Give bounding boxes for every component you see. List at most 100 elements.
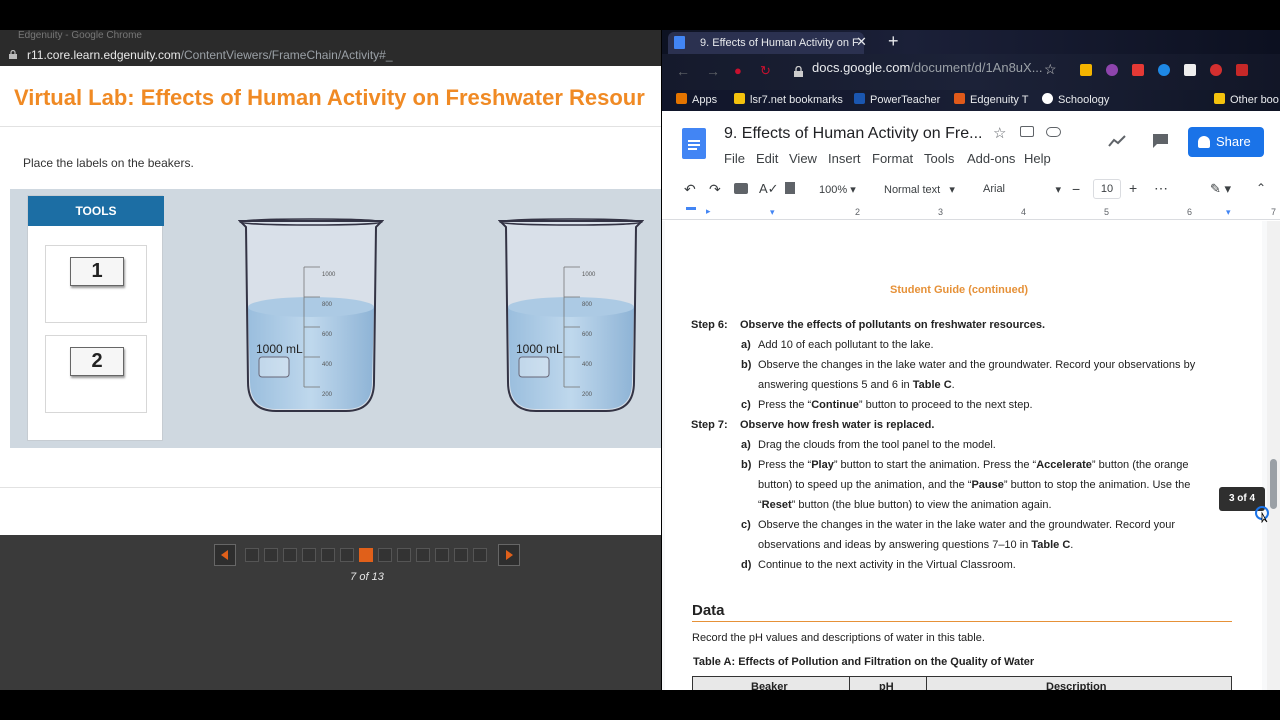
extension-icon[interactable] (1184, 64, 1196, 76)
frame-dot[interactable] (378, 548, 392, 562)
drive-icon[interactable] (1080, 64, 1092, 76)
new-tab-icon[interactable]: + (888, 31, 899, 52)
frame-dot[interactable] (416, 548, 430, 562)
frame-dot[interactable] (435, 548, 449, 562)
folder-icon (1214, 93, 1225, 104)
bookmark-lsr7[interactable]: lsr7.net bookmarks (734, 93, 843, 106)
edit-mode-icon[interactable]: ✎ ▾ (1210, 181, 1231, 197)
bookmark-label: PowerTeacher (870, 94, 941, 106)
docs-logo-icon[interactable] (682, 128, 706, 159)
extension-icon[interactable] (1236, 64, 1248, 76)
collapse-icon[interactable]: ⌃ (1256, 181, 1266, 195)
menu-help[interactable]: Help (1024, 151, 1051, 166)
bookmark-other[interactable]: Other boo (1214, 93, 1279, 106)
frame-dot[interactable] (340, 548, 354, 562)
ruler: ▸ ▾ ▾ 2 3 4 5 6 7 (662, 206, 1280, 220)
guide-heading: Student Guide (continued) (890, 284, 1029, 296)
draggable-label-1[interactable]: 1 (70, 257, 124, 286)
menu-insert[interactable]: Insert (828, 151, 861, 166)
close-tab-icon[interactable]: ✕ (856, 34, 867, 50)
step-item: button) to speed up the animation, and t… (758, 479, 1190, 491)
frame-dot[interactable] (321, 548, 335, 562)
step-item: observations and ideas by answering ques… (758, 539, 1074, 551)
forward-icon[interactable]: → (706, 63, 720, 79)
scrollbar[interactable] (1267, 221, 1280, 690)
document-title[interactable]: 9. Effects of Human Activity on Fre... (724, 125, 982, 143)
table-title: Table A: Effects of Pollution and Filtra… (693, 656, 1035, 668)
beaker-2-graphic (497, 218, 645, 412)
menu-format[interactable]: Format (872, 151, 913, 166)
frame-dot[interactable] (283, 548, 297, 562)
scrollbar-thumb[interactable] (1270, 459, 1277, 509)
paint-format-icon[interactable] (785, 182, 795, 194)
menu-file[interactable]: File (724, 151, 745, 166)
frame-dot[interactable] (454, 548, 468, 562)
print-icon[interactable] (734, 183, 748, 194)
indent-marker[interactable] (686, 207, 696, 210)
redo-icon[interactable]: ↷ (709, 181, 721, 198)
reload-icon[interactable]: ↻ (760, 63, 771, 79)
comment-icon[interactable] (1152, 133, 1169, 149)
text: Pause (971, 479, 1004, 491)
item-marker: d) (741, 559, 752, 571)
step-item: Continue to the next activity in the Vir… (758, 559, 1016, 571)
beaker-1[interactable]: 1000 800 600 400 200 1000 mL (237, 217, 385, 413)
more-icon[interactable]: ⋯ (1154, 180, 1168, 197)
step-item: Press the “Play” button to start the ani… (758, 459, 1189, 471)
shield-icon[interactable] (1158, 64, 1170, 76)
previous-button[interactable] (214, 544, 236, 566)
bookmark-schoology[interactable]: Schoology (1042, 93, 1109, 106)
menu-addons[interactable]: Add-ons (967, 151, 1015, 166)
browser-tab[interactable]: 9. Effects of Human Activity on F (668, 32, 864, 54)
extension-icon[interactable] (1106, 64, 1118, 76)
step-item: Observe the changes in the lake water an… (758, 359, 1196, 371)
extension-icon[interactable] (1210, 64, 1222, 76)
extension-icon[interactable]: ● (734, 63, 742, 78)
zoom-select[interactable]: 100% ▾ (819, 183, 856, 196)
frame-dot[interactable] (359, 548, 373, 562)
tab-stop-marker[interactable]: ▾ (770, 207, 775, 218)
left-margin-marker[interactable]: ▸ (706, 206, 711, 217)
star-icon[interactable]: ☆ (993, 124, 1006, 142)
beaker-2[interactable]: 1000 800 600 400 200 1000 mL (497, 217, 645, 413)
text: Accelerate (1036, 459, 1092, 471)
draggable-label-2[interactable]: 2 (70, 347, 124, 376)
frame-dot[interactable] (264, 548, 278, 562)
style-select[interactable]: Normal text ▾ (884, 183, 955, 196)
increase-font-icon[interactable]: + (1129, 180, 1137, 196)
font-select[interactable]: Arial ▾ (983, 183, 1061, 196)
bookmark-edgenuity[interactable]: Edgenuity T (954, 93, 1029, 106)
activity-trend-icon[interactable] (1108, 135, 1126, 147)
text: Press the “ (758, 399, 812, 411)
frame-dot[interactable] (302, 548, 316, 562)
docs-tab-icon (674, 36, 685, 49)
frame-dot[interactable] (245, 548, 259, 562)
menu-tools[interactable]: Tools (924, 151, 954, 166)
frame-dot[interactable] (473, 548, 487, 562)
back-icon[interactable]: ← (676, 63, 690, 79)
scale-mark: 200 (322, 392, 333, 398)
address-bar[interactable]: r11.core.learn.edgenuity.com/ContentView… (0, 44, 661, 66)
text: Table C (912, 379, 952, 391)
item-marker: b) (741, 359, 752, 371)
extension-icon[interactable] (1132, 64, 1144, 76)
document-page[interactable]: Student Guide (continued) Step 6: Observ… (665, 221, 1262, 690)
bookmark-powerteacher[interactable]: PowerTeacher (854, 93, 940, 106)
share-button[interactable]: Share (1188, 127, 1264, 157)
decrease-font-icon[interactable]: − (1072, 181, 1080, 197)
undo-icon[interactable]: ↶ (684, 181, 696, 198)
next-button[interactable] (498, 544, 520, 566)
docs-lines-icon (688, 140, 700, 150)
frame-dot[interactable] (397, 548, 411, 562)
font-size-input[interactable]: 10 (1093, 179, 1121, 199)
move-folder-icon[interactable] (1020, 126, 1034, 137)
menu-edit[interactable]: Edit (756, 151, 778, 166)
right-margin-marker[interactable]: ▾ (1226, 207, 1231, 218)
bookmark-apps[interactable]: Apps (676, 93, 717, 106)
address-bar[interactable]: ← → ● ↻ docs.google.com/document/d/1An8u… (662, 54, 1280, 90)
star-icon[interactable]: ☆ (1044, 61, 1057, 78)
lock-icon (9, 50, 17, 59)
menu-view[interactable]: View (789, 151, 817, 166)
powerteacher-icon (854, 93, 865, 104)
spellcheck-icon[interactable]: A✓ (759, 181, 779, 197)
